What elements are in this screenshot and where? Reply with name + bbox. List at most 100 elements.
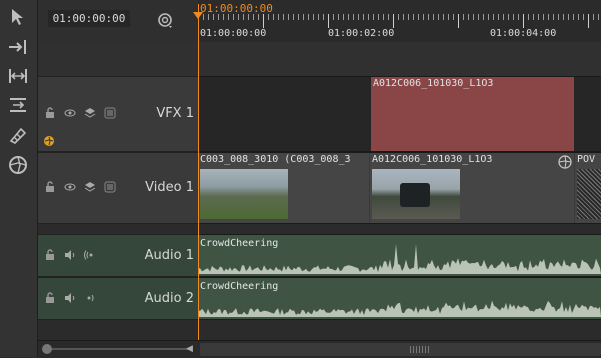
clip-thumbnail: [577, 169, 601, 219]
vfx-clip[interactable]: A012C006_101030_L1O3: [371, 77, 574, 151]
ruler-tick: [538, 14, 539, 20]
ruler-tick: [548, 14, 549, 20]
eye-icon[interactable]: [64, 107, 76, 119]
clip-label: C003_008_3010 (C003_008_3: [200, 154, 351, 165]
eye-icon[interactable]: [64, 181, 76, 193]
lane-vfx1[interactable]: A012C006_101030_L1O3: [198, 76, 601, 152]
track-name-video1: Video 1: [145, 180, 194, 195]
track-header-audio1[interactable]: Audio 1: [38, 234, 198, 277]
ruler-tick: [553, 14, 554, 20]
track-monitor-icon[interactable]: [104, 181, 116, 193]
select-tool-icon[interactable]: [4, 4, 32, 30]
effects-icon[interactable]: [43, 135, 55, 147]
snap-icon[interactable]: [156, 11, 174, 29]
speaker-icon[interactable]: [64, 292, 76, 304]
lane-audio1[interactable]: CrowdCheering: [198, 234, 601, 277]
ruler-tick: [403, 14, 404, 20]
video-clip-2[interactable]: A012C006_101030_L1O3: [370, 153, 574, 223]
ruler-tick: [488, 14, 489, 20]
ruler-tick: [593, 14, 594, 20]
ruler-tick: [343, 14, 344, 20]
ruler-tick: [448, 14, 449, 20]
ruler-tick: [388, 14, 389, 20]
ruler-tick: [373, 14, 374, 20]
ruler-tick: [408, 14, 409, 20]
ruler-label-0: 01:00:00:00: [200, 28, 267, 39]
ruler-tick: [503, 14, 504, 20]
ruler-tick: [428, 14, 429, 20]
multi-format-badge-icon: [558, 155, 572, 169]
audio-wave-icon[interactable]: [84, 249, 96, 261]
ruler-tick: [298, 14, 299, 20]
ruler-tick: [468, 14, 469, 20]
track-select-icon[interactable]: [4, 34, 32, 60]
ruler-tick: [283, 14, 284, 20]
layers-icon[interactable]: [84, 107, 96, 119]
ruler-tick: [398, 14, 399, 20]
timecode-display[interactable]: 01:00:00:00: [48, 10, 130, 27]
track-name-audio2: Audio 2: [144, 291, 194, 306]
lock-icon[interactable]: [44, 107, 56, 119]
ruler-major-tick: [328, 14, 329, 28]
razor-tool-icon[interactable]: [4, 122, 32, 148]
lane-audio2[interactable]: CrowdCheering: [198, 277, 601, 320]
clip-thumbnail: [200, 169, 288, 219]
ruler-tick: [583, 14, 584, 20]
video-clip-1[interactable]: C003_008_3010 (C003_008_3: [198, 153, 369, 223]
ruler-tick: [383, 14, 384, 20]
playhead-timecode: 01:00:00:00: [200, 2, 273, 15]
ruler-tick: [473, 14, 474, 20]
lock-icon[interactable]: [44, 292, 56, 304]
clip-thumbnail: [372, 169, 460, 219]
ruler-tick: [598, 14, 599, 20]
ruler-tick: [508, 14, 509, 20]
layers-icon[interactable]: [84, 181, 96, 193]
ruler-tick: [323, 14, 324, 20]
ruler-tick: [333, 14, 334, 20]
ruler-tick: [293, 14, 294, 20]
ruler-major-tick: [458, 14, 459, 28]
speaker-icon[interactable]: [64, 249, 76, 261]
ruler-tick: [368, 14, 369, 20]
lock-icon[interactable]: [44, 181, 56, 193]
audio-output-icon[interactable]: [84, 292, 96, 304]
ruler-major-tick: [523, 14, 524, 28]
ruler-tick: [558, 14, 559, 20]
track-header-audio2[interactable]: Audio 2: [38, 277, 198, 320]
ruler-tick: [288, 14, 289, 20]
scroll-grip-icon: [410, 346, 430, 353]
multi-format-icon[interactable]: [4, 152, 32, 178]
ruler-tick: [303, 14, 304, 20]
ruler-tick: [338, 14, 339, 20]
ruler-tick: [313, 14, 314, 20]
lane-video1[interactable]: C003_008_3010 (C003_008_3 A012C006_10103…: [198, 152, 601, 224]
slip-tool-icon[interactable]: [4, 63, 32, 89]
ruler-tick: [308, 14, 309, 20]
waveform-path: [198, 244, 601, 274]
ruler-tick: [513, 14, 514, 20]
ruler-major-tick: [263, 14, 264, 28]
scroll-thumb[interactable]: [200, 343, 601, 356]
ruler-tick: [533, 14, 534, 20]
video-clip-3[interactable]: POV: [575, 153, 601, 223]
ruler-tick: [463, 14, 464, 20]
audio-waveform: [198, 300, 601, 317]
ruler-tick: [433, 14, 434, 20]
track-header-video1[interactable]: Video 1: [38, 152, 198, 224]
horizontal-scrollbar[interactable]: ◀: [38, 340, 601, 358]
track-header-vfx1[interactable]: VFX 1: [38, 76, 198, 152]
zoom-handle[interactable]: [42, 344, 52, 354]
playhead-line[interactable]: [198, 4, 199, 346]
clip-label: A012C006_101030_L1O3: [373, 78, 494, 89]
ripple-tool-icon[interactable]: [4, 92, 32, 118]
zoom-track[interactable]: [52, 348, 192, 350]
scroll-left-icon[interactable]: ◀: [186, 344, 196, 354]
track-monitor-icon[interactable]: [104, 107, 116, 119]
lock-icon[interactable]: [44, 249, 56, 261]
ruler-tick: [493, 14, 494, 20]
ruler-tick: [413, 14, 414, 20]
clip-label: POV: [577, 154, 596, 165]
ruler-tick: [528, 14, 529, 20]
ruler-tick: [353, 14, 354, 20]
ruler-tick: [573, 14, 574, 20]
